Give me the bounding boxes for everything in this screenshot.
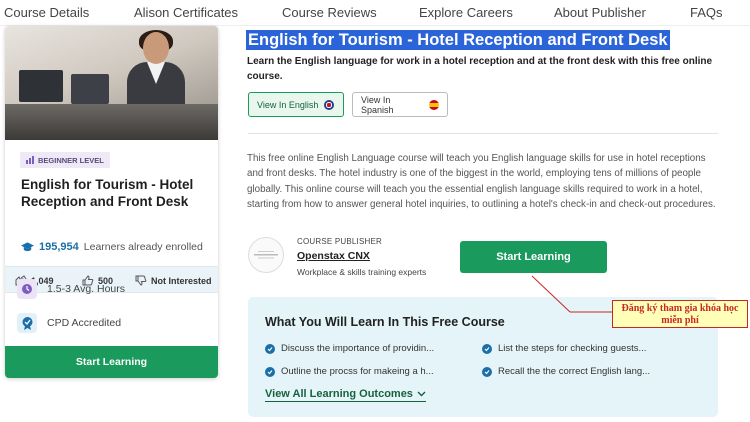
view-all-outcomes-link[interactable]: View All Learning Outcomes xyxy=(265,388,426,402)
learning-outcome-item: Discuss the importance of providin... xyxy=(265,343,434,354)
level-bars-icon xyxy=(26,156,34,164)
clock-icon xyxy=(17,279,37,299)
nav-explore-careers[interactable]: Explore Careers xyxy=(419,5,513,20)
nav-faqs[interactable]: FAQs xyxy=(690,5,723,20)
check-circle-icon xyxy=(265,366,275,377)
not-interested-label: Not Interested xyxy=(151,275,212,286)
top-nav: Course Details Alison Certificates Cours… xyxy=(0,0,750,26)
learning-outcomes-title: What You Will Learn In This Free Course xyxy=(265,315,505,329)
nav-course-details[interactable]: Course Details xyxy=(4,5,89,20)
view-in-spanish-label: View In Spanish xyxy=(361,94,394,115)
learning-outcome-item: Outline the procss for makeing a h... xyxy=(265,366,434,377)
view-in-english-label: View In English xyxy=(257,99,319,110)
duration-label: 1.5-3 Avg. Hours xyxy=(47,283,126,295)
check-circle-icon xyxy=(482,343,492,354)
nav-course-reviews[interactable]: Course Reviews xyxy=(282,5,377,20)
view-in-spanish-button[interactable]: View In Spanish xyxy=(352,92,448,117)
not-interested-button[interactable]: Not Interested xyxy=(135,275,212,286)
learning-outcome-text: Outline the procss for makeing a h... xyxy=(281,366,434,377)
course-description: This free online English Language course… xyxy=(247,153,716,211)
card-title: English for Tourism - Hotel Reception an… xyxy=(21,177,194,209)
chevron-down-icon xyxy=(417,391,426,397)
thumbs-down-icon xyxy=(135,275,147,286)
learning-outcome-item: List the steps for checking guests... xyxy=(482,343,646,354)
publisher-name-link[interactable]: Openstax CNX xyxy=(297,250,370,262)
publisher-label: COURSE PUBLISHER xyxy=(297,237,382,246)
accreditation-row: CPD Accredited xyxy=(17,313,121,333)
course-card: BEGINNER LEVEL English for Tourism - Hot… xyxy=(5,26,218,378)
annotation-callout: Đăng ký tham gia khóa học miễn phí xyxy=(612,300,748,328)
level-label: BEGINNER LEVEL xyxy=(38,155,104,165)
divider xyxy=(248,133,718,134)
graduation-cap-icon xyxy=(21,242,34,252)
enrolled-count: 195,954 Learners already enrolled xyxy=(21,241,203,253)
start-learning-button[interactable]: Start Learning xyxy=(460,241,607,273)
check-circle-icon xyxy=(482,366,492,377)
publisher-description: Workplace & skills training experts xyxy=(297,267,427,277)
spain-flag-icon xyxy=(429,99,439,110)
nav-alison-certificates[interactable]: Alison Certificates xyxy=(134,5,238,20)
learning-outcome-text: List the steps for checking guests... xyxy=(498,343,647,354)
level-badge: BEGINNER LEVEL xyxy=(20,152,110,168)
course-image xyxy=(5,26,218,140)
enrolled-label: Learners already enrolled xyxy=(83,241,203,253)
nav-about-publisher[interactable]: About Publisher xyxy=(554,5,646,20)
learning-outcome-text: Discuss the importance of providin... xyxy=(281,343,435,354)
enrolled-number: 195,954 xyxy=(39,241,79,253)
course-subtitle: Learn the English language for work in a… xyxy=(247,56,713,82)
learning-outcome-item: Recall the the correct English lang... xyxy=(482,366,650,377)
learning-outcome-text: Recall the the correct English lang... xyxy=(498,366,651,377)
duration-row: 1.5-3 Avg. Hours xyxy=(17,279,125,299)
uk-flag-icon xyxy=(324,99,335,110)
card-start-learning-button[interactable]: Start Learning xyxy=(5,346,218,378)
view-all-outcomes-label: View All Learning Outcomes xyxy=(265,388,413,400)
check-circle-icon xyxy=(265,343,275,354)
view-in-english-button[interactable]: View In English xyxy=(248,92,344,117)
course-title: English for Tourism - Hotel Reception an… xyxy=(246,30,670,50)
publisher-logo[interactable] xyxy=(248,237,284,273)
cpd-badge-icon xyxy=(17,313,37,333)
accreditation-label: CPD Accredited xyxy=(47,317,122,329)
